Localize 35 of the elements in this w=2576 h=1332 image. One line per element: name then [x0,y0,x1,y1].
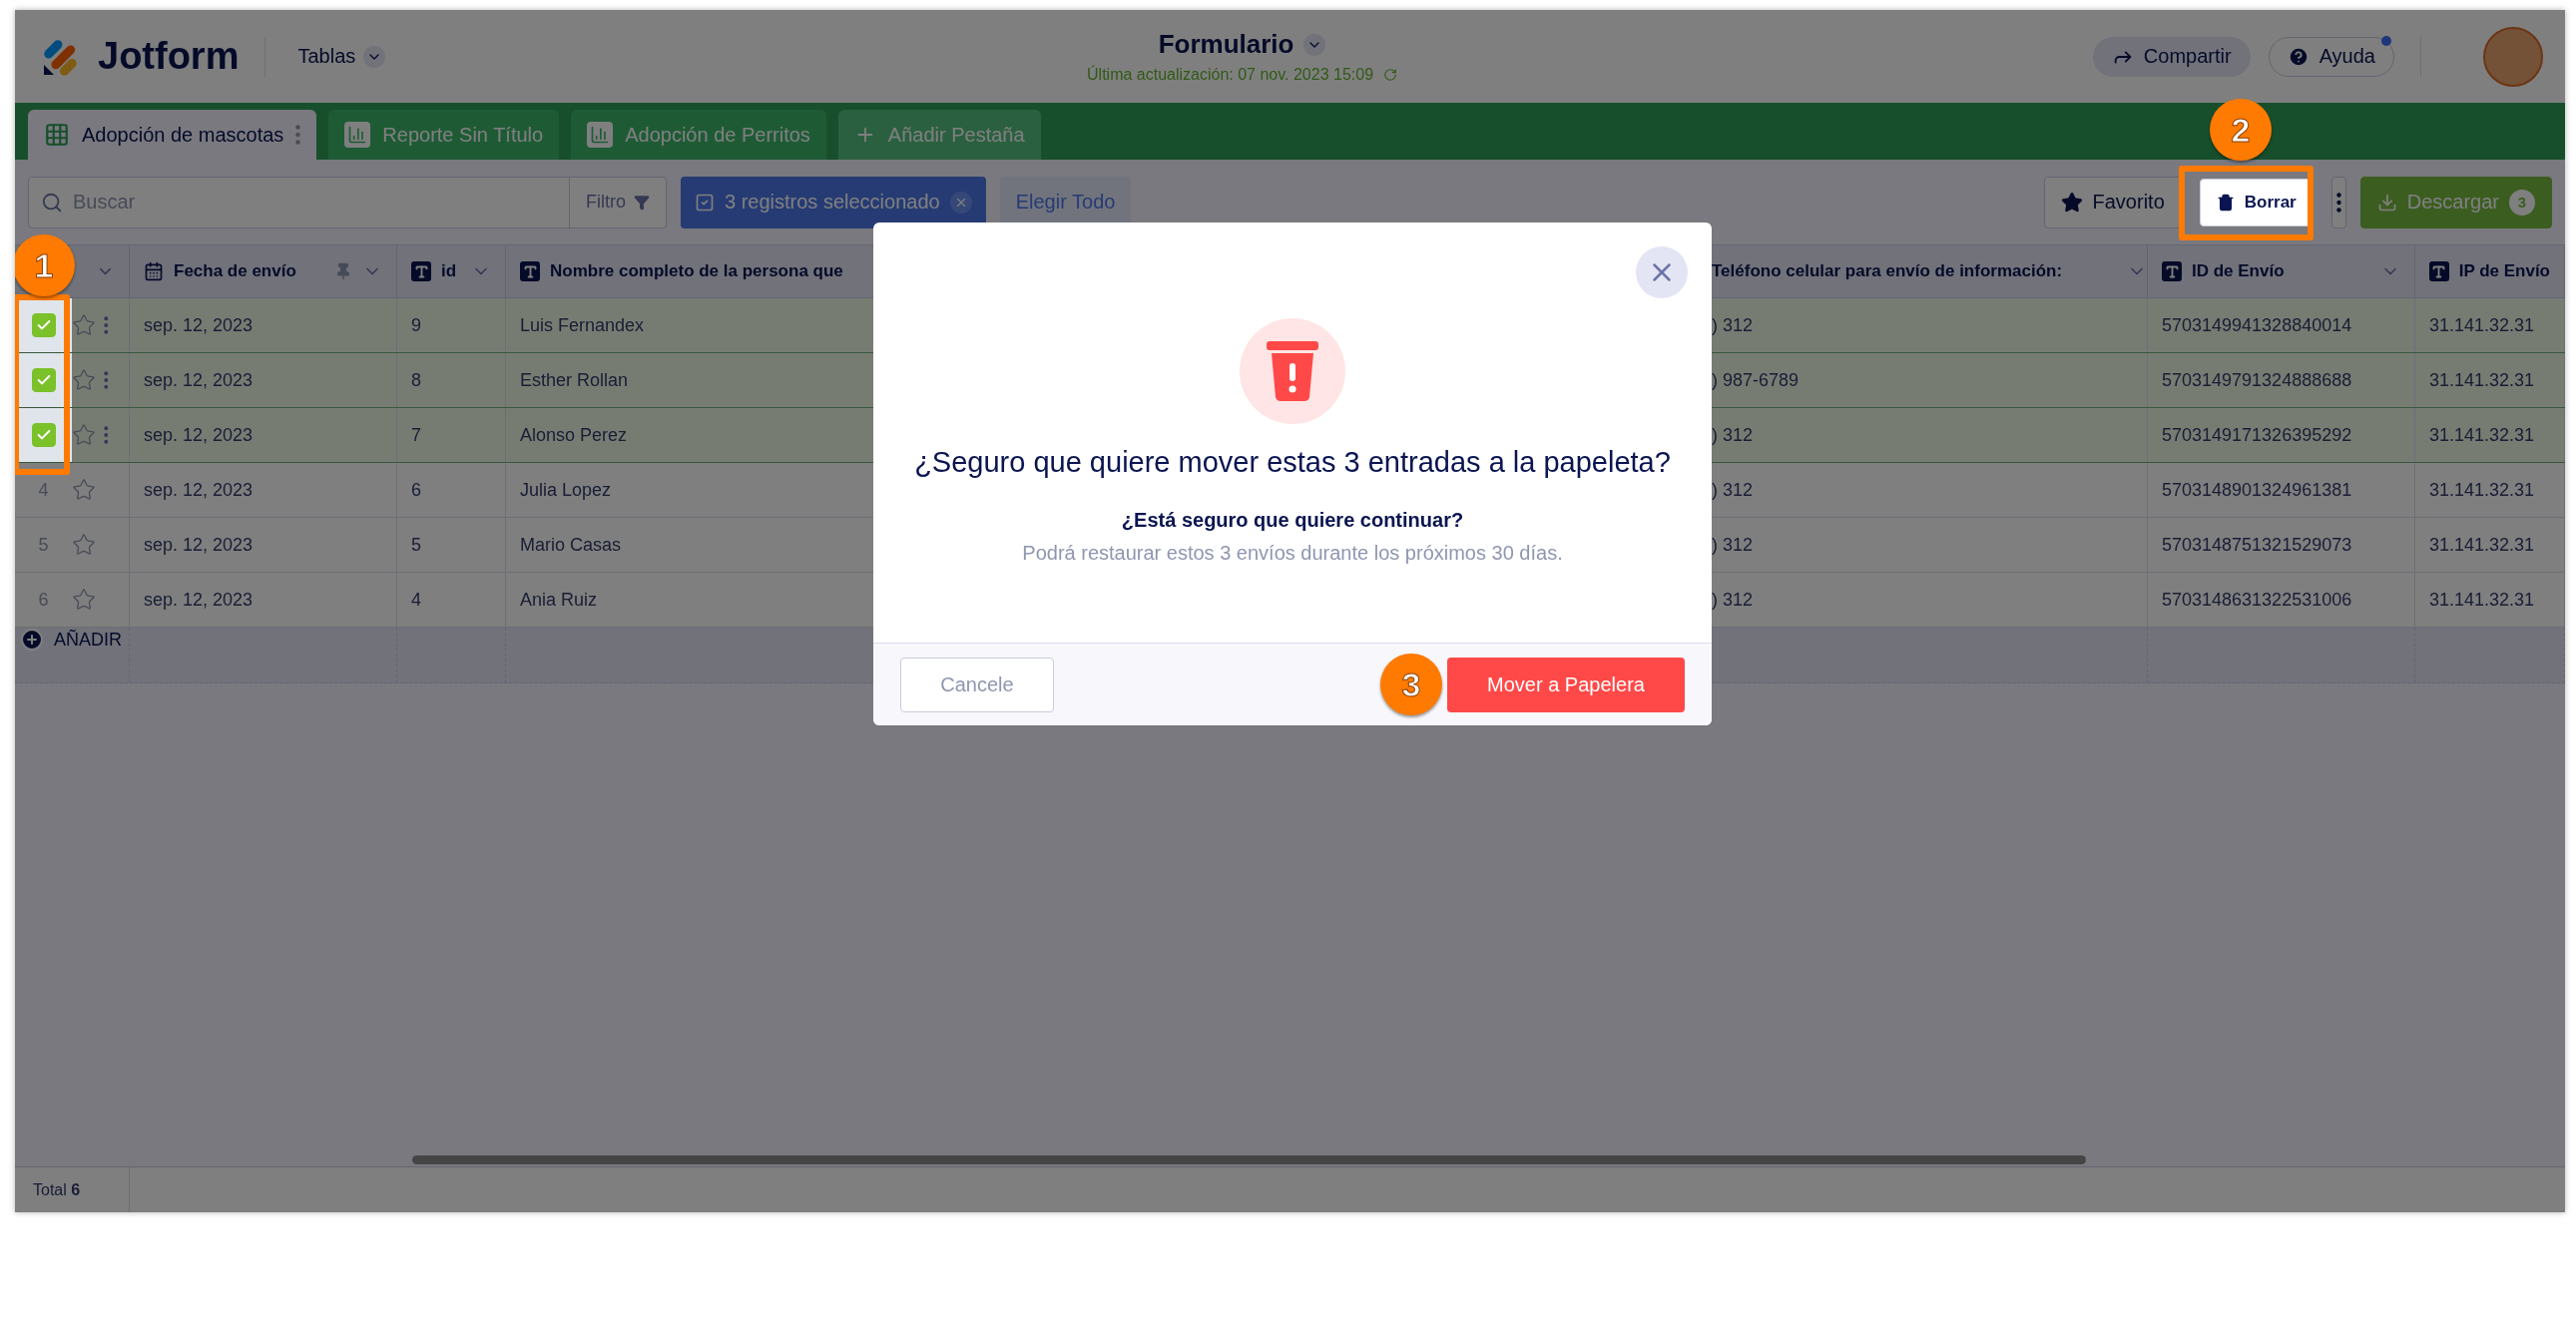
table-cell: 9 [397,298,506,352]
logo-text: Jotform [98,35,240,78]
table-cell: 7 [397,408,506,462]
last-updated-text: Última actualización: 07 nov. 2023 15:09 [1087,66,1374,84]
table-cell: sep. 12, 2023 [130,518,397,572]
table-cell: 6 [397,463,506,517]
table-cell: 5703149791324888688 [2148,353,2415,407]
table-cell: 4 [397,573,506,627]
row-number: 4 [37,479,50,501]
table-cell: 31.141.32.31 [2415,353,2565,407]
table-cell: 5703148751321529073 [2148,518,2415,572]
table-cell: sep. 12, 2023 [130,463,397,517]
table-cell: 31.141.32.31 [2415,518,2565,572]
total-count: Total 6 [15,1167,130,1212]
download-count: 3 [2509,189,2535,216]
table-cell: sep. 12, 2023 [130,408,397,462]
form-title: Formulario [1158,29,1294,60]
table-cell: 8 [397,353,506,407]
step-badge: 1 [15,234,75,296]
table-cell: sep. 12, 2023 [130,353,397,407]
table-cell: sep. 12, 2023 [130,573,397,627]
table-cell: 5703148901324961381 [2148,463,2415,517]
row-number: 5 [37,534,50,556]
table-cell: 5 [397,518,506,572]
selection-text: 3 registros seleccionado [725,191,940,214]
table-cell: 31.141.32.31 [2415,463,2565,517]
row-number: 6 [37,589,50,611]
table-cell: 5703149941328840014 [2148,298,2415,352]
table-cell: sep. 12, 2023 [130,298,397,352]
table-cell: 5703148631322531006 [2148,573,2415,627]
table-cell: 31.141.32.31 [2415,298,2565,352]
table-cell: 5703149171326395292 [2148,408,2415,462]
table-cell: 31.141.32.31 [2415,573,2565,627]
table-cell: 31.141.32.31 [2415,408,2565,462]
dialog-note: Podrá restaurar estos 3 envíos durante los próximos 30 días. [1022,542,1563,565]
